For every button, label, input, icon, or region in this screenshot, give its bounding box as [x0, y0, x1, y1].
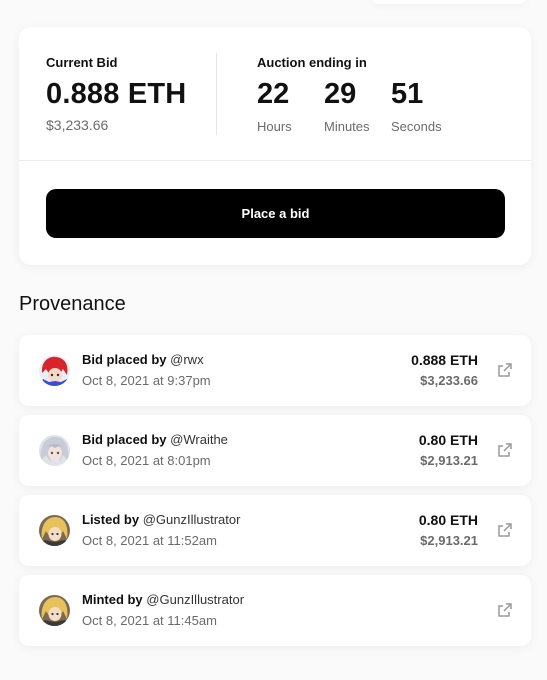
user-link[interactable]: @GunzIllustrator: [143, 512, 241, 527]
timer-seconds-value: 51: [391, 78, 424, 110]
timer-minutes: 29 Minutes: [324, 78, 391, 134]
amount-eth: 0.888 ETH: [411, 352, 478, 368]
timer-seconds: 51 Seconds: [391, 78, 458, 134]
timer-hours-label: Hours: [257, 119, 292, 134]
amount-usd: $2,913.21: [420, 453, 478, 468]
horizontal-divider: [19, 160, 531, 161]
action-label: Listed by: [82, 512, 140, 527]
provenance-date: Oct 8, 2021 at 11:45am: [82, 613, 217, 628]
provenance-date: Oct 8, 2021 at 9:37pm: [82, 373, 211, 388]
external-link-icon[interactable]: [497, 522, 513, 538]
amount-eth: 0.80 ETH: [418, 432, 478, 448]
external-link-icon[interactable]: [497, 442, 513, 458]
provenance-date: Oct 8, 2021 at 11:52am: [82, 533, 217, 548]
bid-card: Current Bid 0.888 ETH $3,233.66 Auction …: [19, 27, 531, 265]
current-bid-label: Current Bid: [46, 55, 118, 70]
silver-hair-avatar[interactable]: [39, 435, 70, 466]
auction-timer-section: Auction ending in 22 Hours 29 Minutes 51…: [257, 55, 458, 134]
provenance-action: Minted by @GunzIllustrator: [82, 592, 244, 607]
timer-minutes-value: 29: [324, 78, 357, 110]
user-link[interactable]: @Wraithe: [170, 432, 228, 447]
provenance-amount: 0.888 ETH $3,233.66: [411, 352, 478, 388]
external-link-icon[interactable]: [497, 362, 513, 378]
provenance-amount: 0.80 ETH $2,913.21: [419, 512, 478, 548]
provenance-details: Bid placed by @rwx Oct 8, 2021 at 9:37pm: [82, 352, 211, 388]
place-bid-button[interactable]: Place a bid: [46, 189, 505, 238]
provenance-title: Provenance: [19, 293, 126, 315]
amount-usd: $2,913.21: [420, 533, 478, 548]
external-link-icon[interactable]: [497, 602, 513, 618]
timer-seconds-label: Seconds: [391, 119, 442, 134]
top-card-edge: [370, 0, 528, 4]
timer-hours: 22 Hours: [257, 78, 324, 134]
amount-eth: 0.80 ETH: [418, 512, 478, 528]
blonde-avatar[interactable]: [39, 515, 70, 546]
auction-ending-label: Auction ending in: [257, 55, 367, 70]
current-bid-usd: $3,233.66: [46, 117, 109, 133]
red-hair-avatar[interactable]: [39, 355, 70, 386]
current-bid-section: Current Bid 0.888 ETH $3,233.66: [46, 55, 186, 133]
provenance-action: Bid placed by @rwx: [82, 352, 211, 367]
provenance-item: Bid placed by @Wraithe Oct 8, 2021 at 8:…: [19, 415, 531, 486]
provenance-date: Oct 8, 2021 at 8:01pm: [82, 453, 211, 468]
timer-hours-value: 22: [257, 78, 290, 110]
blonde-avatar[interactable]: [39, 595, 70, 626]
provenance-item: Listed by @GunzIllustrator Oct 8, 2021 a…: [19, 495, 531, 566]
user-link[interactable]: @GunzIllustrator: [146, 592, 244, 607]
current-bid-eth: 0.888 ETH: [46, 78, 187, 110]
provenance-item: Bid placed by @rwx Oct 8, 2021 at 9:37pm…: [19, 335, 531, 406]
action-label: Bid placed by: [82, 432, 167, 447]
provenance-action: Bid placed by @Wraithe: [82, 432, 228, 447]
provenance-action: Listed by @GunzIllustrator: [82, 512, 240, 527]
vertical-divider: [216, 53, 217, 135]
amount-usd: $3,233.66: [420, 373, 478, 388]
action-label: Bid placed by: [82, 352, 167, 367]
bid-summary: Current Bid 0.888 ETH $3,233.66 Auction …: [19, 27, 531, 160]
provenance-amount: 0.80 ETH $2,913.21: [419, 432, 478, 468]
timer-minutes-label: Minutes: [324, 119, 370, 134]
provenance-item: Minted by @GunzIllustrator Oct 8, 2021 a…: [19, 575, 531, 646]
action-label: Minted by: [82, 592, 143, 607]
countdown-timer: 22 Hours 29 Minutes 51 Seconds: [257, 78, 458, 134]
provenance-details: Minted by @GunzIllustrator Oct 8, 2021 a…: [82, 592, 244, 628]
provenance-details: Bid placed by @Wraithe Oct 8, 2021 at 8:…: [82, 432, 228, 468]
provenance-details: Listed by @GunzIllustrator Oct 8, 2021 a…: [82, 512, 240, 548]
user-link[interactable]: @rwx: [170, 352, 203, 367]
